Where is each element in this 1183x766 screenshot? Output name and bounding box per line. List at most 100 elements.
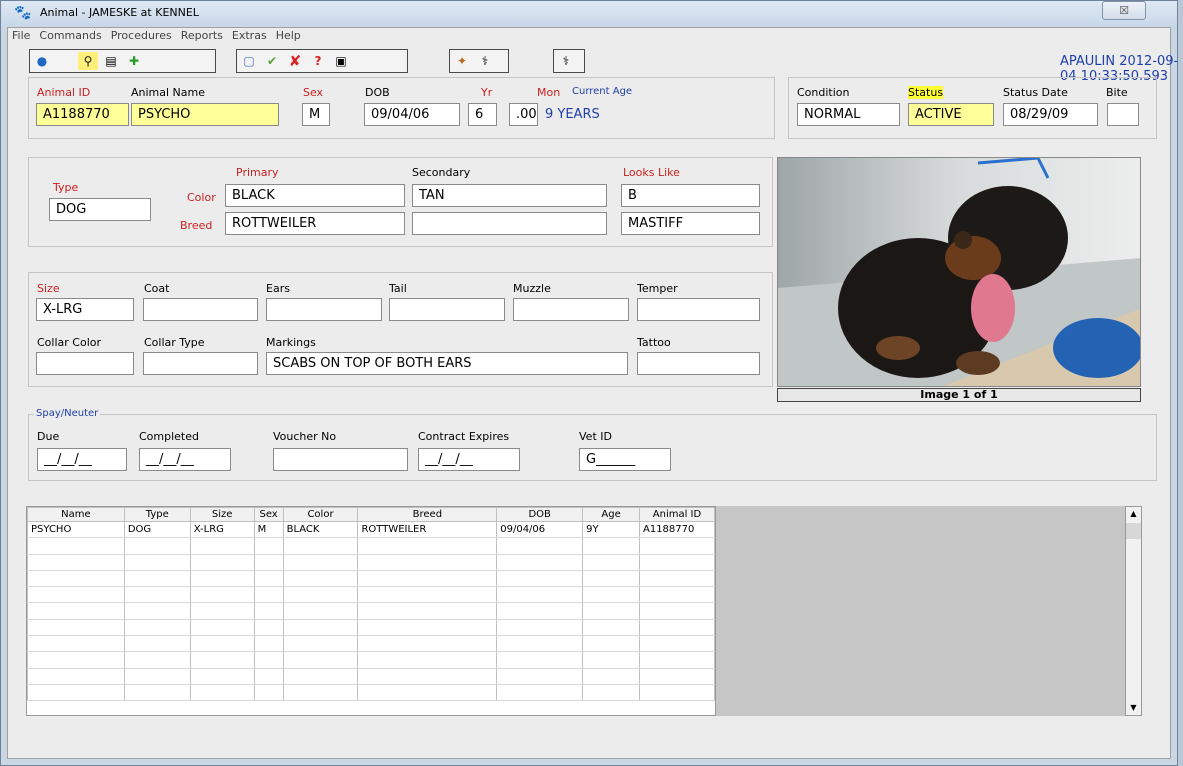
tail-field[interactable]: [389, 298, 505, 321]
table-row[interactable]: [27, 684, 715, 702]
coat-field[interactable]: [143, 298, 258, 321]
bite-field[interactable]: [1107, 103, 1139, 126]
voucher-field[interactable]: [273, 448, 408, 471]
type-field[interactable]: DOG: [49, 198, 151, 221]
completed-date-field[interactable]: __/__/__: [139, 448, 231, 471]
sex-field[interactable]: M: [302, 103, 330, 126]
animal-photo[interactable]: [777, 157, 1141, 387]
table-row[interactable]: [27, 554, 715, 571]
table-cell: [253, 684, 284, 702]
looks-like-color-field[interactable]: B: [621, 184, 760, 207]
col-type[interactable]: Type: [123, 507, 191, 522]
check-icon[interactable]: ✔: [262, 52, 282, 70]
table-row[interactable]: PSYCHO DOG X-LRG M BLACK ROTTWEILER 09/0…: [27, 521, 715, 539]
tools-icon[interactable]: ✦: [452, 52, 472, 70]
contract-expires-field[interactable]: __/__/__: [418, 448, 520, 471]
size-field[interactable]: X-LRG: [36, 298, 134, 321]
search-icon[interactable]: ⚲: [78, 52, 98, 70]
scroll-down-icon[interactable]: ▼: [1126, 701, 1141, 715]
menu-procedures[interactable]: Procedures: [111, 29, 172, 42]
col-breed[interactable]: Breed: [357, 507, 498, 522]
table-cell: [496, 554, 584, 571]
col-color[interactable]: Color: [282, 507, 359, 522]
delete-icon[interactable]: ✘: [285, 52, 305, 70]
tattoo-field[interactable]: [637, 352, 760, 375]
animal-grid[interactable]: Name Type Size Sex Color Breed DOB Age A…: [26, 506, 716, 716]
table-cell: [638, 635, 715, 653]
grid-scrollbar[interactable]: ▲ ▼: [1125, 506, 1142, 716]
animal-name-field[interactable]: PSYCHO: [131, 103, 279, 126]
muzzle-field[interactable]: [513, 298, 629, 321]
table-cell: [189, 570, 255, 588]
blank-icon[interactable]: [55, 52, 75, 70]
caduceus-icon[interactable]: ⚕: [556, 52, 576, 70]
menu-extras[interactable]: Extras: [232, 29, 267, 42]
voucher-label: Voucher No: [273, 430, 337, 443]
secondary-color-field[interactable]: TAN: [412, 184, 607, 207]
col-age[interactable]: Age: [582, 507, 640, 522]
table-cell: [357, 668, 498, 685]
col-dob[interactable]: DOB: [496, 507, 584, 522]
current-age-label: Current Age: [572, 86, 633, 97]
table-row[interactable]: [27, 668, 715, 685]
due-date-field[interactable]: __/__/__: [37, 448, 127, 471]
cell-color: BLACK: [282, 521, 359, 539]
col-sex[interactable]: Sex: [253, 507, 284, 522]
table-row[interactable]: [27, 570, 715, 588]
yr-label: Yr: [481, 86, 493, 99]
page-icon[interactable]: ▣: [331, 52, 351, 70]
table-row[interactable]: [27, 619, 715, 637]
collar-color-field[interactable]: [36, 352, 134, 375]
vet-id-field[interactable]: G______: [579, 448, 671, 471]
scroll-up-icon[interactable]: ▲: [1126, 507, 1141, 521]
col-size[interactable]: Size: [189, 507, 255, 522]
table-cell: [496, 537, 584, 555]
ears-field[interactable]: [266, 298, 382, 321]
frame-icon[interactable]: ▢: [239, 52, 259, 70]
table-row[interactable]: [27, 586, 715, 604]
cell-animal-id: A1188770: [638, 521, 715, 539]
looks-like-breed-field[interactable]: MASTIFF: [621, 212, 760, 235]
table-row[interactable]: [27, 635, 715, 653]
table-cell: [357, 635, 498, 653]
collar-type-field[interactable]: [143, 352, 258, 375]
table-cell: [123, 651, 191, 669]
primary-breed-field[interactable]: ROTTWEILER: [225, 212, 405, 235]
menu-commands[interactable]: Commands: [39, 29, 101, 42]
window-title: Animal - JAMESKE at KENNEL: [40, 6, 199, 19]
mon-field[interactable]: .00: [509, 103, 538, 126]
table-cell: [189, 668, 255, 685]
primary-color-field[interactable]: BLACK: [225, 184, 405, 207]
close-button[interactable]: ☒: [1102, 1, 1146, 20]
due-label: Due: [37, 430, 60, 443]
condition-field[interactable]: NORMAL: [797, 103, 900, 126]
add-icon[interactable]: ✚: [124, 52, 144, 70]
table-row[interactable]: [27, 602, 715, 620]
status-field[interactable]: ACTIVE: [908, 103, 994, 126]
yr-field[interactable]: 6: [468, 103, 497, 126]
dob-field[interactable]: 09/04/06: [364, 103, 460, 126]
animal-id-field[interactable]: A1188770: [36, 103, 129, 126]
table-cell: [582, 554, 640, 571]
globe-icon[interactable]: ●: [32, 52, 52, 70]
secondary-breed-field[interactable]: [412, 212, 607, 235]
col-animal-id[interactable]: Animal ID: [638, 507, 715, 522]
temper-field[interactable]: [637, 298, 760, 321]
table-row[interactable]: [27, 537, 715, 555]
copy-icon[interactable]: ▤: [101, 52, 121, 70]
scroll-thumb[interactable]: [1126, 523, 1141, 539]
menu-help[interactable]: Help: [276, 29, 301, 42]
table-cell: [582, 586, 640, 604]
table-cell: [357, 554, 498, 571]
help-icon[interactable]: ?: [308, 52, 328, 70]
table-cell: [357, 602, 498, 620]
menu-file[interactable]: File: [12, 29, 30, 42]
table-cell: [282, 619, 359, 637]
table-row[interactable]: [27, 651, 715, 669]
menu-reports[interactable]: Reports: [181, 29, 223, 42]
table-cell: [357, 537, 498, 555]
caduceus-icon[interactable]: ⚕: [475, 52, 495, 70]
markings-field[interactable]: SCABS ON TOP OF BOTH EARS: [266, 352, 628, 375]
col-name[interactable]: Name: [27, 507, 125, 522]
status-date-field[interactable]: 08/29/09: [1003, 103, 1098, 126]
